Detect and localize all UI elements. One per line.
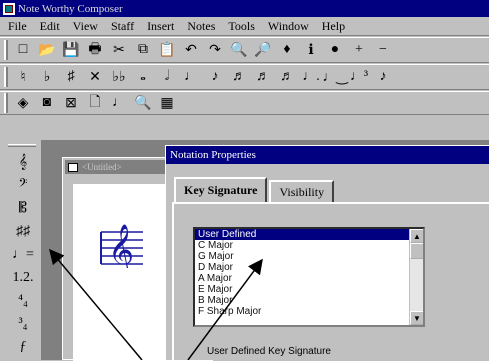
callout-arrows: [49, 248, 263, 360]
arrow-to-key-list: [187, 258, 263, 360]
arrow-to-key-signature-tool: [49, 248, 143, 360]
